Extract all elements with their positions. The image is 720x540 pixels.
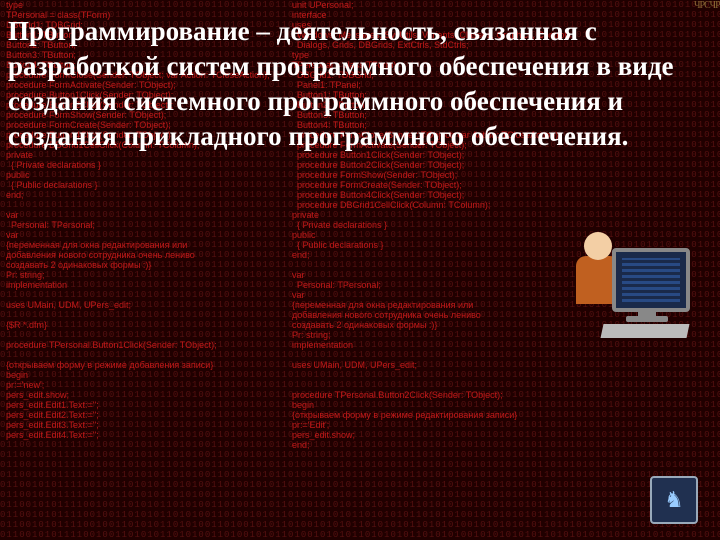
person-at-computer-illustration <box>574 224 692 342</box>
main-paragraph: Программирование – деятельность, связанн… <box>8 14 710 154</box>
computer-icon: ♞ <box>650 476 698 524</box>
slide-content: type TPersonal = class(TForm) DBGrid1: T… <box>0 0 720 540</box>
